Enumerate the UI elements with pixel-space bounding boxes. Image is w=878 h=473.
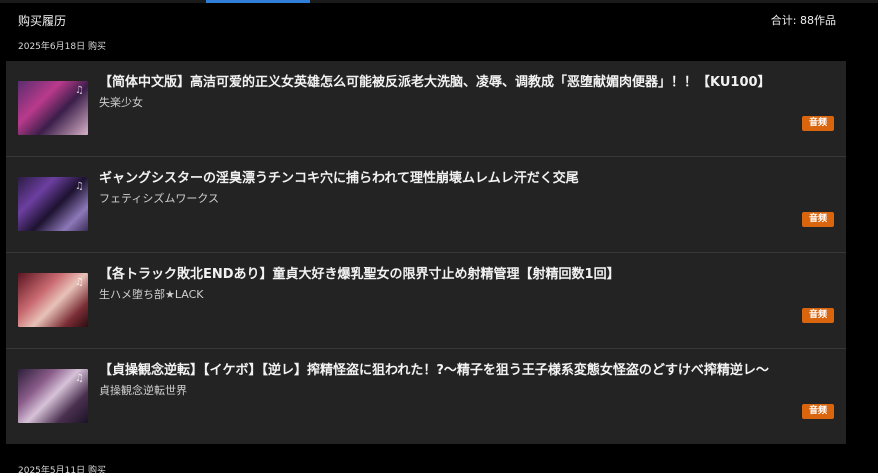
list-item[interactable]: ♫ 【各トラック敗北ENDあり】童貞大好き爆乳聖女の限界寸止め射精管理【射精回数… <box>6 253 846 349</box>
work-title[interactable]: ギャングシスターの淫臭漂うチンコキ穴に捕らわれて理性崩壊ムレムレ汗だく交尾 <box>99 167 829 186</box>
cover-image-icon: ♫ <box>75 181 84 192</box>
work-thumbnail[interactable]: ♫ <box>18 273 88 327</box>
list-item[interactable]: ♫ 【简体中文版】高洁可爱的正义女英雄怎么可能被反派老大洗脑、凌辱、调教成「恶堕… <box>6 61 846 157</box>
cover-image-icon: ♫ <box>75 277 84 288</box>
top-divider <box>0 0 878 3</box>
list-item[interactable]: ♫ ギャングシスターの淫臭漂うチンコキ穴に捕らわれて理性崩壊ムレムレ汗だく交尾 … <box>6 157 846 253</box>
work-title[interactable]: 【简体中文版】高洁可爱的正义女英雄怎么可能被反派老大洗脑、凌辱、调教成「恶堕献媚… <box>99 71 829 90</box>
category-badge: 音频 <box>801 212 834 227</box>
category-badge: 音频 <box>801 308 834 323</box>
category-badge: 音频 <box>801 116 834 131</box>
work-thumbnail[interactable]: ♫ <box>18 81 88 135</box>
cover-image-icon: ♫ <box>75 373 84 384</box>
active-tab-indicator <box>206 0 310 3</box>
circle-name[interactable]: フェティシズムワークス <box>99 190 219 206</box>
work-title[interactable]: 【各トラック敗北ENDあり】童貞大好き爆乳聖女の限界寸止め射精管理【射精回数1回… <box>99 263 829 282</box>
category-badge: 音频 <box>801 404 834 419</box>
total-count: 合计: 88作品 <box>770 14 836 27</box>
purchase-date-label: 2025年6月18日 购买 <box>18 42 106 52</box>
work-title[interactable]: 【貞操観念逆転】【イケボ】【逆レ】搾精怪盗に狙われた！?〜精子を狙う王子様系変態… <box>99 359 829 378</box>
purchase-list: ♫ 【简体中文版】高洁可爱的正义女英雄怎么可能被反派老大洗脑、凌辱、调教成「恶堕… <box>6 61 846 444</box>
purchase-history-page: 购买履历 合计: 88作品 2025年6月18日 购买 ♫ 【简体中文版】高洁可… <box>0 0 878 473</box>
cover-image-icon: ♫ <box>75 85 84 96</box>
page-title: 购买履历 <box>18 13 67 28</box>
header: 购买履历 合计: 88作品 <box>18 11 836 29</box>
circle-name[interactable]: 失楽少女 <box>99 94 143 110</box>
circle-name[interactable]: 貞操観念逆転世界 <box>99 382 187 398</box>
purchase-date-label: 2025年5月11日 购买 <box>18 466 106 473</box>
list-item[interactable]: ♫ 【貞操観念逆転】【イケボ】【逆レ】搾精怪盗に狙われた！?〜精子を狙う王子様系… <box>6 349 846 445</box>
work-thumbnail[interactable]: ♫ <box>18 177 88 231</box>
work-thumbnail[interactable]: ♫ <box>18 369 88 423</box>
circle-name[interactable]: 生ハメ堕ち部★LACK <box>99 286 203 302</box>
